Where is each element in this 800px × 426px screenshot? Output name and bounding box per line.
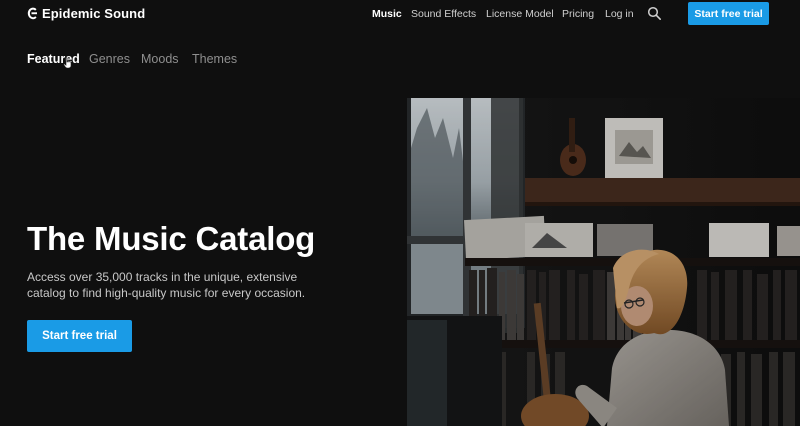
subnav-moods[interactable]: Moods (141, 52, 179, 66)
nav-music[interactable]: Music (372, 8, 402, 20)
epidemic-sound-logo[interactable]: Epidemic Sound (27, 5, 145, 21)
start-free-trial-button-hero[interactable]: Start free trial (27, 320, 132, 352)
logo-icon (27, 7, 37, 19)
nav-license-model[interactable]: License Model (486, 8, 554, 20)
subnav-genres[interactable]: Genres (89, 52, 130, 66)
subnav-themes[interactable]: Themes (192, 52, 237, 66)
nav-log-in[interactable]: Log in (605, 8, 634, 20)
hero-description: Access over 35,000 tracks in the unique,… (27, 270, 306, 300)
top-navigation-bar: Epidemic Sound Music Sound Effects Licen… (0, 0, 800, 28)
start-free-trial-button-header[interactable]: Start free trial (688, 2, 769, 25)
nav-sound-effects[interactable]: Sound Effects (411, 8, 476, 20)
hero-title: The Music Catalog (27, 220, 316, 257)
brand-name: Epidemic Sound (42, 5, 146, 21)
woman-playing-guitar-photo (407, 98, 800, 426)
search-icon[interactable] (647, 6, 662, 21)
hand-cursor-icon (63, 57, 72, 69)
nav-pricing[interactable]: Pricing (562, 8, 594, 20)
hero-photo-illustration (407, 98, 800, 426)
